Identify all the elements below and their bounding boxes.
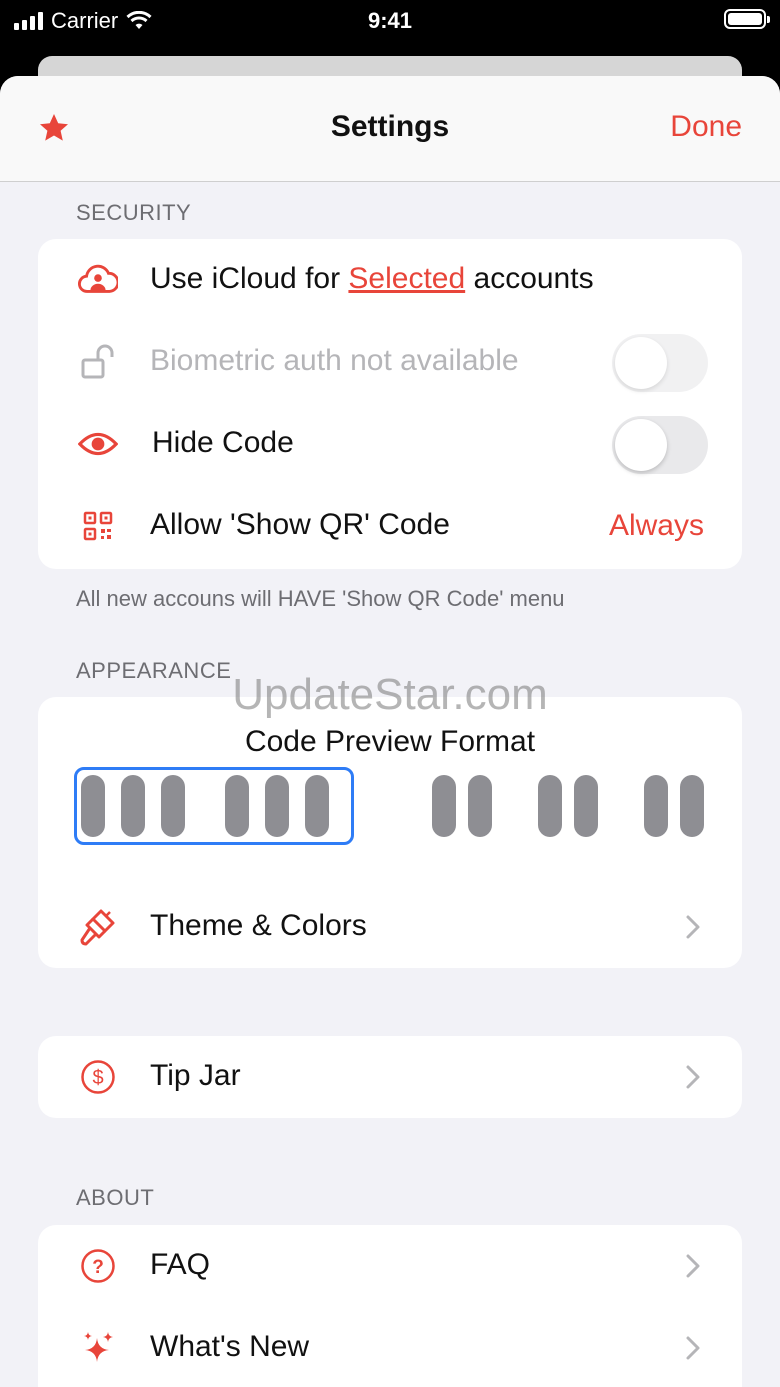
done-button[interactable]: Done: [670, 110, 742, 144]
chevron-right-icon: [686, 1065, 700, 1089]
settings-sheet: Settings Done SECURITY Use iCloud for Se…: [0, 76, 780, 1387]
whats-new-label: What's New: [150, 1330, 310, 1363]
hide-code-toggle[interactable]: [612, 416, 708, 474]
icloud-row: Use iCloud for Selected accounts: [38, 239, 742, 321]
tip-jar-label: Tip Jar: [150, 1059, 241, 1092]
paintbrush-icon: [78, 907, 118, 947]
icloud-label-suffix: accounts: [465, 262, 594, 295]
chevron-right-icon: [686, 1336, 700, 1360]
page-title: Settings: [330, 110, 450, 143]
biometric-label: Biometric auth not available: [150, 344, 519, 377]
tip-jar-row[interactable]: $ Tip Jar: [38, 1036, 742, 1118]
icloud-person-icon: [78, 260, 118, 300]
tip-jar-group: $ Tip Jar: [38, 1036, 742, 1118]
show-qr-row[interactable]: Allow 'Show QR' Code Always: [38, 485, 742, 567]
biometric-toggle[interactable]: [612, 334, 708, 392]
icloud-label-prefix: Use iCloud for: [150, 262, 349, 295]
svg-text:$: $: [92, 1067, 103, 1089]
format-group-b: [225, 775, 329, 837]
clock: 9:41: [367, 8, 413, 33]
chevron-right-icon: [686, 1254, 700, 1278]
chevron-right-icon: [686, 915, 700, 939]
about-group: ? FAQ What's New: [38, 1225, 742, 1387]
icloud-selected-link[interactable]: Selected: [348, 262, 465, 295]
security-footer: All new accouns will HAVE 'Show QR Code'…: [76, 586, 565, 611]
biometric-row: Biometric auth not available: [38, 321, 742, 403]
show-qr-value[interactable]: Always: [609, 509, 704, 543]
theme-colors-row[interactable]: Theme & Colors: [38, 886, 742, 968]
battery-icon: [724, 9, 770, 29]
code-preview-title: Code Preview Format: [244, 725, 536, 758]
icloud-label: Use iCloud for Selected accounts: [150, 262, 594, 296]
eye-icon: [78, 424, 118, 464]
hide-code-row: Hide Code: [38, 403, 742, 485]
sparkles-icon: [78, 1328, 118, 1368]
dollar-circle-icon: $: [78, 1057, 118, 1097]
hide-code-label: Hide Code: [152, 426, 294, 459]
format-option-3-3[interactable]: [74, 767, 354, 845]
whats-new-row[interactable]: What's New: [38, 1307, 742, 1387]
qr-code-icon: [78, 506, 118, 546]
appearance-group: Code Preview Format Theme & Colors: [38, 697, 742, 968]
security-header: SECURITY: [76, 200, 192, 225]
format-group-a: [81, 775, 185, 837]
question-circle-icon: ?: [78, 1246, 118, 1286]
status-bar: Carrier 9:41: [0, 0, 780, 40]
faq-label: FAQ: [150, 1248, 211, 1281]
svg-text:?: ?: [92, 1257, 104, 1278]
appearance-header: APPEARANCE: [76, 658, 232, 683]
unlock-icon: [78, 342, 118, 382]
show-qr-label: Allow 'Show QR' Code: [150, 508, 450, 541]
nav-bar: Settings Done: [0, 76, 780, 182]
faq-row[interactable]: ? FAQ: [38, 1225, 742, 1307]
format-option-2-2-2[interactable]: [432, 767, 704, 845]
theme-colors-label: Theme & Colors: [150, 909, 367, 942]
security-group: Use iCloud for Selected accounts Biometr…: [38, 239, 742, 569]
about-header: ABOUT: [76, 1185, 155, 1210]
